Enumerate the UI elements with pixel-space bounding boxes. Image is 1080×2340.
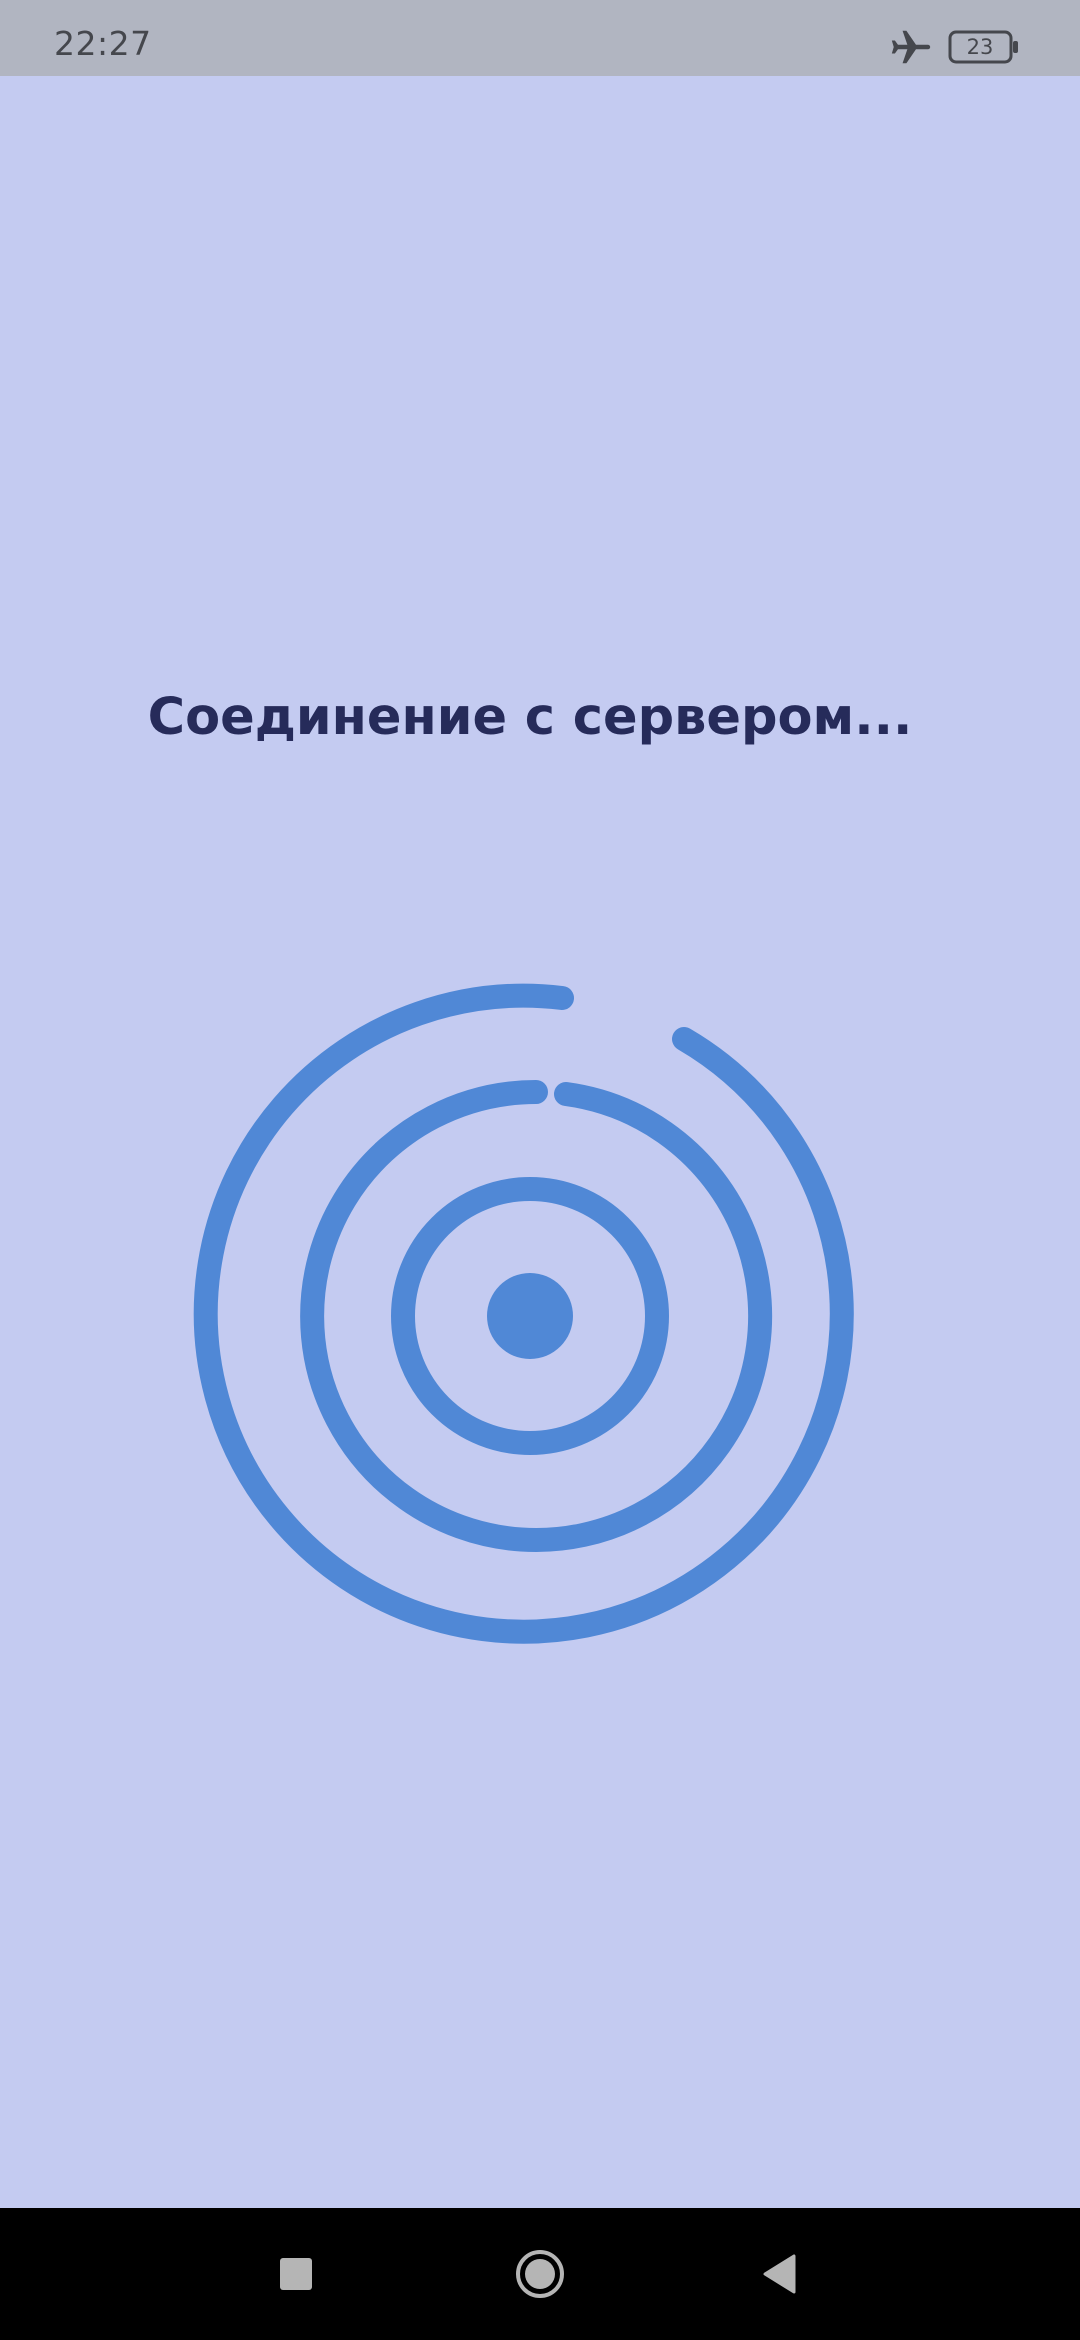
back-button[interactable] (720, 2208, 840, 2340)
radar-center-dot (487, 1273, 573, 1359)
status-time: 22:27 (54, 24, 152, 63)
connection-screen: Соединение с сервером... (0, 76, 1080, 2208)
radar-loading-icon (193, 983, 854, 1644)
navigation-bar (0, 2208, 1080, 2340)
status-bar: 22:27 23 (0, 0, 1080, 76)
home-button[interactable] (480, 2208, 600, 2340)
battery-level: 23 (966, 35, 994, 59)
square-icon (280, 2258, 312, 2290)
home-circle-icon (516, 2250, 564, 2298)
back-triangle-icon (763, 2254, 796, 2294)
screen: 22:27 23 Соединение с сервером... (0, 0, 1080, 2340)
airplane-mode-icon (891, 30, 931, 64)
connecting-title: Соединение с сервером... (147, 688, 913, 747)
recents-button[interactable] (236, 2208, 356, 2340)
